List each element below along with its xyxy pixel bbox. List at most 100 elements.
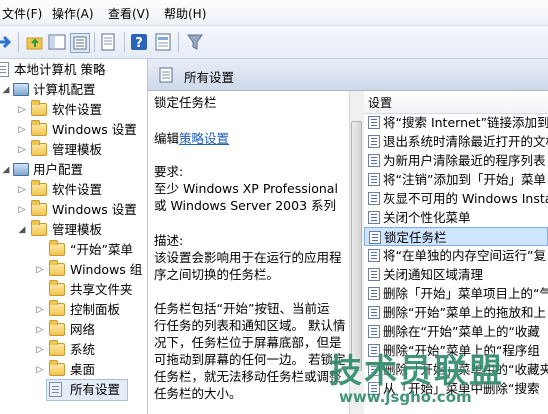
toolbar-separator — [178, 32, 179, 52]
tree-node-system[interactable]: ▷ 系统 — [0, 340, 147, 360]
collapsed-arrow-icon[interactable]: ▷ — [17, 140, 27, 160]
collapsed-arrow-icon[interactable]: ▷ — [35, 360, 45, 380]
policy-icon — [368, 192, 380, 205]
tree-node-computer-windows-settings[interactable]: ▷ Windows 设置 — [0, 120, 147, 140]
menu-file[interactable]: 文件(F) — [2, 5, 42, 22]
tree-node-root[interactable]: 本地计算机 策略 — [0, 60, 147, 80]
tree-node-user-software[interactable]: ▷ 软件设置 — [0, 180, 147, 200]
list-item[interactable]: 退出系统时清除最近打开的文档 — [364, 132, 548, 151]
list-item[interactable]: 将“搜索 Internet”链接添加到 — [364, 113, 548, 132]
folder-icon — [49, 240, 65, 256]
policy-icon — [368, 382, 380, 395]
list-item[interactable]: 灰显不可用的 Windows Install — [364, 189, 548, 208]
expanded-arrow-icon[interactable]: ◢ — [1, 160, 11, 180]
tree-node-computer-admin-templates[interactable]: ▷ 管理模板 — [0, 140, 147, 160]
menu-bar: 文件(F) 操作(A) 查看(V) 帮助(H) — [0, 0, 548, 26]
description-scrollbar[interactable] — [349, 91, 365, 414]
edit-policy-link[interactable]: 策略设置 — [179, 131, 229, 146]
collapsed-arrow-icon[interactable]: ▷ — [35, 260, 45, 280]
description-line: 序之间切换的任务栏。 — [154, 267, 280, 282]
list-item[interactable]: 关闭个性化菜单 — [364, 208, 548, 227]
policy-icon — [368, 287, 380, 300]
description-line: 任务栏包括“开始”按钮、当前运 — [154, 301, 330, 316]
tree-node-user-config[interactable]: ◢ 用户配置 — [0, 160, 147, 180]
collapsed-arrow-icon[interactable]: ▷ — [17, 180, 27, 200]
properties-icon[interactable] — [154, 33, 172, 51]
list-item[interactable]: 删除「开始」菜单项目上的“气 — [364, 284, 548, 303]
collapsed-arrow-icon[interactable]: ▷ — [35, 300, 45, 320]
policy-icon — [369, 231, 381, 244]
pane-title: 所有设置 — [184, 70, 235, 85]
policy-icon — [368, 211, 380, 224]
tree-node-network[interactable]: ▷ 网络 — [0, 320, 147, 340]
up-folder-icon[interactable] — [26, 33, 44, 51]
collapsed-arrow-icon[interactable]: ▷ — [17, 200, 27, 220]
policy-icon — [368, 116, 380, 129]
expanded-arrow-icon[interactable]: ◢ — [1, 80, 11, 100]
filter-icon[interactable] — [186, 33, 204, 51]
folder-icon — [31, 120, 47, 136]
tree-node-start-menu[interactable]: “开始”菜单 — [0, 240, 147, 260]
description-line: 行任务的列表和通知区域。 默认情 — [154, 318, 346, 333]
menu-action[interactable]: 操作(A) — [52, 5, 94, 22]
help-icon[interactable]: ? — [130, 33, 148, 51]
settings-list: 设置 将“搜索 Internet”链接添加到 退出系统时清除最近打开的文档 为新… — [364, 91, 548, 414]
tree-node-all-settings[interactable]: 所有设置 — [46, 379, 128, 401]
requirements-line: 或 Windows Server 2003 系列 — [154, 198, 336, 213]
policy-icon — [368, 135, 380, 148]
collapsed-arrow-icon[interactable]: ▷ — [35, 320, 45, 340]
user-config-icon — [13, 163, 29, 176]
tree-node-user-admin-templates[interactable]: ◢ 管理模板 — [0, 220, 147, 240]
folder-icon — [31, 200, 47, 216]
list-item[interactable]: 关闭通知区域清理 — [364, 265, 548, 284]
requirements-line: 至少 Windows XP Professional — [154, 181, 338, 196]
list-item[interactable]: 删除在“开始”菜单上的“收藏 — [364, 322, 548, 341]
policy-icon — [368, 249, 380, 262]
tree-node-user-windows-settings[interactable]: ▷ Windows 设置 — [0, 200, 147, 220]
folder-icon — [31, 180, 47, 196]
policy-title: 锁定任务栏 — [154, 95, 217, 110]
list-item-selected[interactable]: 锁定任务栏 — [364, 227, 548, 246]
tree-node-desktop[interactable]: ▷ 桌面 — [0, 360, 147, 380]
tree-node-computer-config[interactable]: ◢ 计算机配置 — [0, 80, 147, 100]
list-item[interactable]: 删除「开始」菜单中的“收藏夹 — [364, 360, 548, 379]
export-list-icon[interactable] — [100, 33, 118, 51]
column-header-setting[interactable]: 设置 — [364, 91, 548, 114]
folder-icon — [49, 320, 65, 336]
all-settings-icon — [49, 382, 62, 397]
tree-node-windows-components[interactable]: ▷ Windows 组 — [0, 260, 147, 280]
folder-icon — [31, 220, 47, 236]
collapsed-arrow-icon[interactable]: ▷ — [17, 100, 27, 120]
requirements-label: 要求: — [154, 164, 184, 179]
tree-node-shared-folders[interactable]: 共享文件夹 — [0, 280, 147, 300]
tree-node-control-panel[interactable]: ▷ 控制面板 — [0, 300, 147, 320]
svg-text:?: ? — [135, 36, 143, 51]
list-item[interactable]: 从「开始」菜单中删除“搜索 — [364, 379, 548, 398]
expanded-arrow-icon[interactable]: ◢ — [17, 220, 27, 240]
show-hide-tree-icon[interactable] — [48, 33, 66, 51]
toolbar-separator — [124, 32, 125, 52]
folder-icon — [49, 340, 65, 356]
folder-icon — [49, 280, 65, 296]
scrollbar-thumb[interactable] — [351, 121, 362, 371]
description-line: 况下，任务栏位于屏幕底部，但是 — [154, 335, 342, 350]
list-item[interactable]: 将“注销”添加到「开始」菜单 — [364, 170, 548, 189]
policy-icon — [368, 344, 380, 357]
toolbar: ? — [0, 26, 548, 59]
forward-icon[interactable] — [0, 33, 14, 51]
list-view-icon[interactable] — [70, 33, 90, 53]
tree-node-computer-software[interactable]: ▷ 软件设置 — [0, 100, 147, 120]
menu-help[interactable]: 帮助(H) — [164, 5, 206, 22]
list-item[interactable]: 删除“开始”菜单上的拖放和上 — [364, 303, 548, 322]
list-item[interactable]: 删除“开始”菜单上的“程序组 — [364, 341, 548, 360]
policy-icon — [368, 154, 380, 167]
menu-view[interactable]: 查看(V) — [108, 5, 150, 22]
folder-icon — [31, 140, 47, 156]
list-item[interactable]: 为新用户清除最近的程序列表 — [364, 151, 548, 170]
list-item[interactable]: 将“在单独的内存空间运行”复 — [364, 246, 548, 265]
folder-icon — [49, 300, 65, 316]
description-line: 该设置会影响用于在运行的应用程 — [154, 250, 342, 265]
collapsed-arrow-icon[interactable]: ▷ — [17, 120, 27, 140]
collapsed-arrow-icon[interactable]: ▷ — [35, 340, 45, 360]
folder-icon — [49, 260, 65, 276]
